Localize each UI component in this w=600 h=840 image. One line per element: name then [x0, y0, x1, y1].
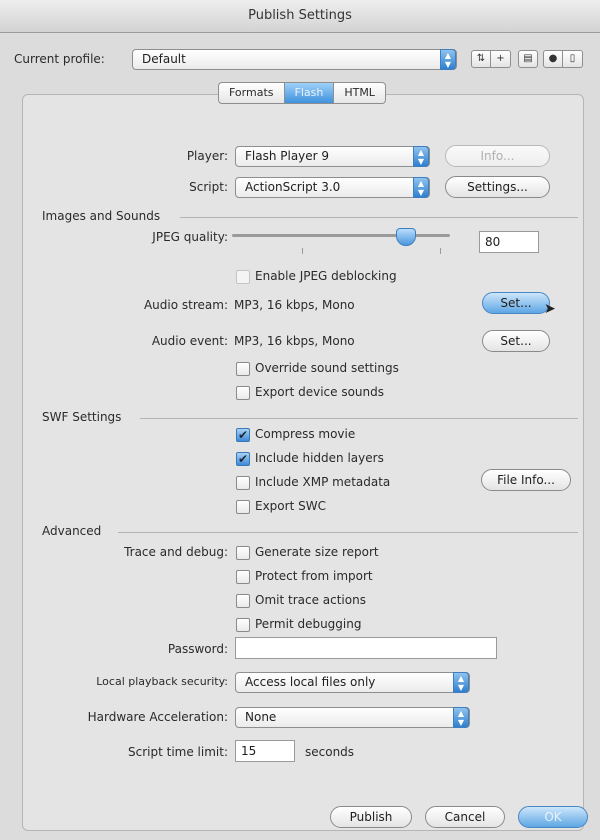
- mouse-cursor-icon: ➤: [544, 301, 556, 317]
- jpeg-quality-slider[interactable]: [232, 234, 450, 237]
- settings-button[interactable]: Settings...: [445, 176, 550, 198]
- export-swc-checkbox[interactable]: [236, 500, 250, 514]
- player-select[interactable]: Flash Player 9 ▲ ▼: [235, 146, 430, 167]
- audio-stream-label: Audio stream:: [143, 298, 228, 312]
- import-export-profile-icon[interactable]: ⇅: [471, 50, 491, 68]
- hardware-acceleration-label: Hardware Acceleration:: [87, 710, 228, 724]
- slider-tick: [440, 248, 441, 254]
- chevron-updown-icon: ▲ ▼: [413, 177, 429, 198]
- omit-trace-actions-checkbox[interactable]: [236, 594, 250, 608]
- password-field[interactable]: [235, 637, 497, 659]
- include-hidden-layers-label: Include hidden layers: [255, 451, 384, 465]
- profile-settings-icon[interactable]: ●: [543, 50, 563, 68]
- profile-tools-group-c: ● ▯: [543, 50, 583, 68]
- include-hidden-layers-checkbox[interactable]: ✔: [236, 452, 250, 466]
- password-label: Password:: [167, 642, 228, 656]
- tab-html[interactable]: HTML: [334, 82, 386, 104]
- include-xmp-label: Include XMP metadata: [255, 475, 391, 489]
- include-xmp-checkbox[interactable]: [236, 476, 250, 490]
- add-profile-icon[interactable]: +: [491, 50, 511, 68]
- swf-settings-heading: SWF Settings: [42, 410, 122, 424]
- ok-button[interactable]: OK: [518, 806, 588, 828]
- audio-event-set-button[interactable]: Set...: [482, 330, 550, 352]
- audio-stream-set-button[interactable]: Set...: [482, 292, 550, 314]
- tab-bar: Formats Flash HTML: [218, 82, 386, 104]
- chevron-updown-icon: ▲ ▼: [413, 146, 429, 167]
- slider-tick: [302, 248, 303, 254]
- publish-button[interactable]: Publish: [330, 806, 412, 828]
- chevron-updown-icon: ▲ ▼: [440, 49, 456, 70]
- audio-event-value: MP3, 16 kbps, Mono: [234, 334, 355, 348]
- compress-movie-checkbox[interactable]: ✔: [236, 428, 250, 442]
- script-time-limit-label: Script time limit:: [128, 745, 228, 759]
- chevron-updown-icon: ▲ ▼: [453, 707, 469, 728]
- generate-size-report-checkbox[interactable]: [236, 546, 250, 560]
- jpeg-quality-field[interactable]: 80: [479, 231, 539, 253]
- cancel-button[interactable]: Cancel: [425, 806, 505, 828]
- protect-from-import-label: Protect from import: [255, 569, 373, 583]
- script-select[interactable]: ActionScript 3.0 ▲ ▼: [235, 177, 430, 198]
- jpeg-deblocking-checkbox[interactable]: [236, 270, 250, 284]
- section-divider: [180, 217, 578, 218]
- profile-tools-group-b: ▤: [518, 50, 538, 68]
- section-divider: [140, 418, 578, 419]
- section-divider: [118, 532, 578, 533]
- profile-tools-group-a: ⇅ +: [471, 50, 511, 68]
- generate-size-report-label: Generate size report: [255, 545, 379, 559]
- hardware-acceleration-value: None: [245, 710, 277, 724]
- hardware-acceleration-select[interactable]: None ▲ ▼: [235, 707, 470, 728]
- info-button[interactable]: Info...: [445, 145, 550, 167]
- window-title: Publish Settings: [0, 0, 600, 33]
- profile-label: Current profile:: [14, 52, 105, 66]
- local-playback-security-value: Access local files only: [245, 675, 376, 689]
- delete-profile-icon[interactable]: ▯: [563, 50, 583, 68]
- audio-event-label: Audio event:: [151, 334, 228, 348]
- images-sounds-heading: Images and Sounds: [42, 209, 161, 223]
- protect-from-import-checkbox[interactable]: [236, 570, 250, 584]
- omit-trace-actions-label: Omit trace actions: [255, 593, 366, 607]
- script-time-limit-field[interactable]: 15: [235, 740, 295, 762]
- script-value: ActionScript 3.0: [245, 180, 341, 194]
- local-playback-security-label: Local playback security:: [96, 675, 228, 688]
- jpeg-quality-label: JPEG quality:: [152, 230, 228, 244]
- local-playback-security-select[interactable]: Access local files only ▲ ▼: [235, 672, 470, 693]
- override-sound-label: Override sound settings: [255, 361, 399, 375]
- compress-movie-label: Compress movie: [255, 427, 356, 441]
- export-device-sounds-checkbox[interactable]: [236, 386, 250, 400]
- jpeg-deblocking-label: Enable JPEG deblocking: [255, 269, 397, 283]
- player-value: Flash Player 9: [245, 149, 330, 163]
- override-sound-checkbox[interactable]: [236, 362, 250, 376]
- tab-flash[interactable]: Flash: [284, 82, 335, 104]
- audio-stream-value: MP3, 16 kbps, Mono: [234, 298, 355, 312]
- duplicate-profile-icon[interactable]: ▤: [518, 50, 538, 68]
- profile-select[interactable]: Default ▲ ▼: [132, 49, 457, 70]
- tab-formats[interactable]: Formats: [218, 82, 285, 104]
- export-device-sounds-label: Export device sounds: [255, 385, 384, 399]
- advanced-heading: Advanced: [42, 524, 102, 538]
- export-swc-label: Export SWC: [255, 499, 326, 513]
- player-label: Player:: [186, 149, 228, 163]
- file-info-button[interactable]: File Info...: [481, 469, 571, 491]
- permit-debugging-checkbox[interactable]: [236, 618, 250, 632]
- seconds-unit-label: seconds: [305, 745, 355, 759]
- script-label: Script:: [189, 180, 228, 194]
- permit-debugging-label: Permit debugging: [255, 617, 362, 631]
- profile-value: Default: [142, 52, 186, 66]
- trace-debug-label: Trace and debug:: [124, 545, 228, 559]
- chevron-updown-icon: ▲ ▼: [453, 672, 469, 693]
